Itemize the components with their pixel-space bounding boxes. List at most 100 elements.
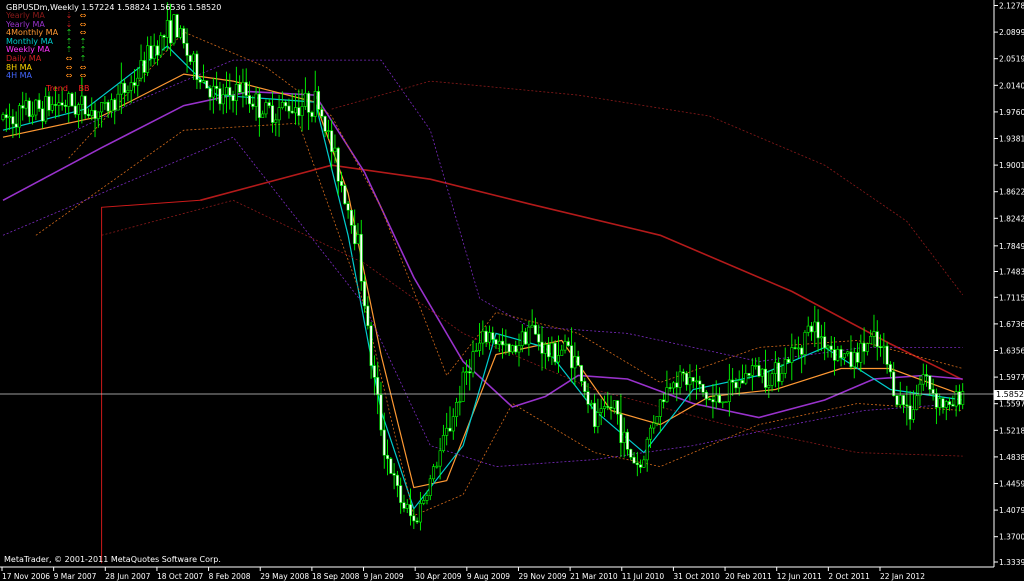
- candle-body: [908, 405, 912, 420]
- candle-body: [934, 393, 938, 408]
- candle-body: [402, 502, 406, 509]
- candle-body: [369, 325, 373, 366]
- x-tick-label: 18 Oct 2007: [157, 572, 204, 581]
- candle-body: [468, 371, 472, 374]
- candle-body: [14, 123, 18, 128]
- candle-body: [254, 93, 258, 107]
- candle-body: [547, 344, 551, 358]
- candle-body: [221, 94, 225, 105]
- y-tick-label: 1.40795: [999, 506, 1024, 515]
- candle-body: [622, 431, 626, 444]
- candle-body: [448, 427, 452, 432]
- candle-body: [241, 81, 245, 93]
- candle-body: [560, 349, 564, 356]
- candle-body: [842, 353, 846, 359]
- candle-body: [849, 351, 853, 368]
- candle-body: [836, 349, 840, 361]
- candle-body: [231, 95, 235, 101]
- candle-body: [533, 324, 537, 335]
- candle-body: [159, 35, 163, 56]
- candle-body: [264, 102, 268, 115]
- price-chart[interactable]: 2.12785 2.08990 2.05195 2.01400 1.97605 1.938…: [0, 0, 1024, 581]
- candle-body: [487, 332, 491, 343]
- candle-body: [277, 107, 281, 121]
- candle-body: [790, 347, 794, 363]
- candle-body: [238, 84, 242, 93]
- candle-body: [655, 416, 659, 424]
- candle-body: [731, 379, 735, 383]
- candle-body: [136, 77, 140, 86]
- candle-body: [944, 401, 948, 408]
- candle-body: [169, 20, 173, 44]
- candle-body: [80, 95, 84, 105]
- x-tick-label: 9 Aug 2009: [467, 572, 510, 581]
- candle-body: [297, 107, 301, 116]
- x-tick-label: 20 Feb 2011: [725, 572, 772, 581]
- candle-body: [931, 389, 935, 394]
- candle-body: [645, 438, 649, 461]
- candle-body: [198, 79, 202, 83]
- candle-body: [142, 60, 146, 73]
- candle-body: [432, 466, 436, 480]
- candle-body: [455, 402, 459, 417]
- candle-body: [642, 459, 646, 468]
- candle-body: [727, 379, 731, 402]
- candle-body: [579, 365, 583, 382]
- candle-body: [438, 450, 442, 467]
- candle-body: [422, 500, 426, 504]
- candle-body: [510, 345, 514, 353]
- candle-body: [185, 43, 189, 56]
- candle-body: [218, 88, 222, 105]
- candle-body: [823, 336, 827, 349]
- candle-body: [885, 345, 889, 365]
- y-tick-label: 1.82425: [999, 214, 1024, 223]
- candle-body: [783, 358, 787, 374]
- candle-body: [625, 431, 629, 450]
- y-tick-label: 1.90015: [999, 161, 1024, 170]
- candle-body: [418, 503, 422, 523]
- x-tick-label: 17 Nov 2006: [2, 572, 50, 581]
- candle-body: [208, 87, 212, 98]
- candle-body: [852, 352, 856, 368]
- candle-body: [671, 382, 675, 389]
- candle-body: [648, 427, 652, 440]
- candle-body: [839, 349, 843, 359]
- y-tick-label: 1.55975: [999, 400, 1024, 409]
- candle-body: [386, 454, 390, 460]
- candle-body: [215, 85, 219, 89]
- candle-body: [372, 365, 376, 378]
- candle-body: [228, 87, 232, 96]
- candle-body: [340, 180, 344, 186]
- candle-body: [750, 365, 754, 376]
- candle-body: [224, 87, 228, 96]
- candle-body: [100, 102, 104, 113]
- candle-body: [494, 339, 498, 345]
- candle-body: [392, 473, 396, 476]
- candle-body: [4, 114, 8, 119]
- candle-body: [54, 104, 58, 106]
- candle-body: [267, 102, 271, 106]
- candle-body: [570, 345, 574, 369]
- x-tick-label: 18 Sep 2008: [312, 572, 360, 581]
- candle-body: [504, 343, 508, 346]
- y-tick-label: 1.93810: [999, 135, 1024, 144]
- candle-body: [165, 20, 169, 38]
- candle-body: [691, 377, 695, 382]
- candle-body: [47, 96, 51, 111]
- candle-body: [382, 429, 386, 456]
- candle-body: [435, 465, 439, 468]
- candle-body: [175, 14, 179, 38]
- candle-body: [619, 413, 623, 444]
- candle-body: [162, 35, 166, 38]
- candle-body: [497, 340, 501, 345]
- candle-body: [524, 331, 528, 345]
- candle-body: [451, 416, 455, 432]
- candle-body: [248, 95, 252, 105]
- candle-body: [284, 101, 288, 107]
- y-tick-label: 1.33390: [999, 558, 1024, 567]
- candle-body: [307, 92, 311, 113]
- candle-body: [346, 203, 350, 211]
- candle-body: [481, 330, 485, 344]
- candle-body: [274, 119, 278, 123]
- candle-body: [777, 362, 781, 382]
